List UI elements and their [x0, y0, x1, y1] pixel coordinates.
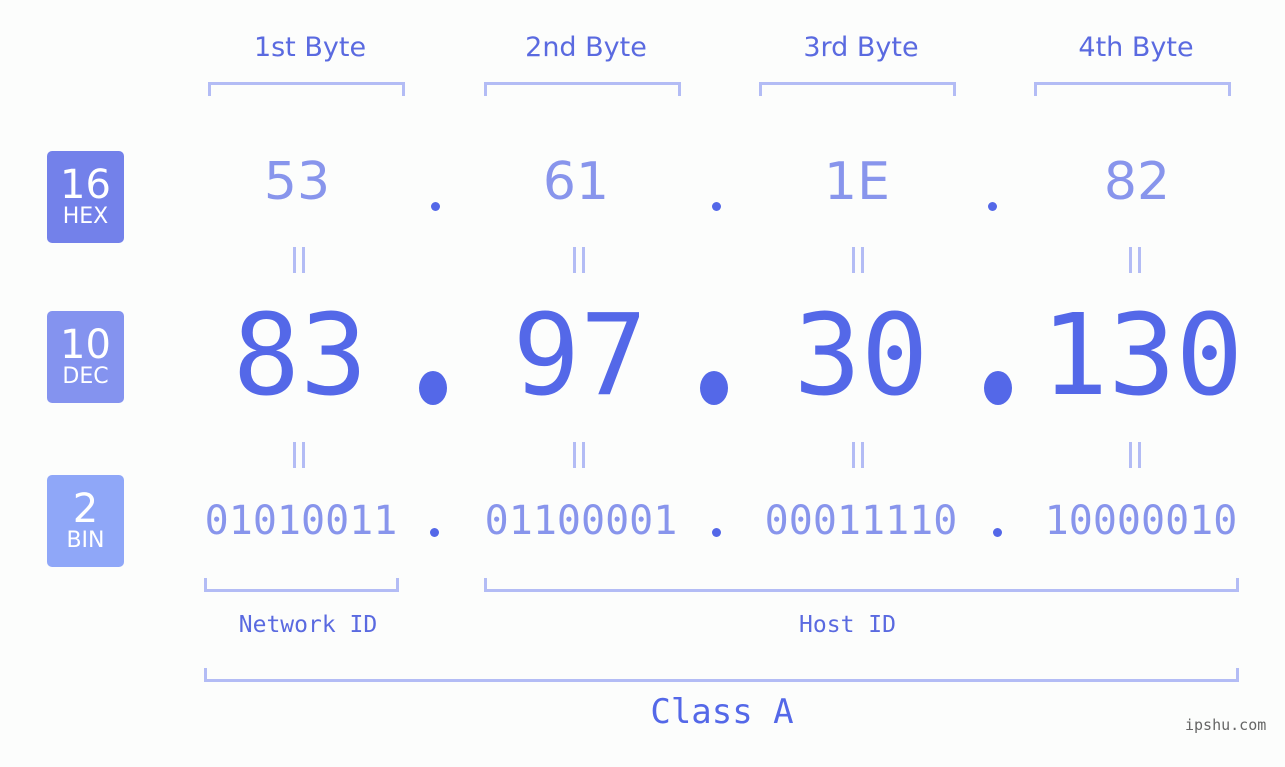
network-id-bracket [204, 578, 399, 592]
bin-separator-dot [430, 528, 439, 537]
dec-badge-label: DEC [62, 364, 109, 389]
class-bracket [204, 668, 1239, 682]
dec-badge-number: 10 [60, 322, 111, 368]
dec-separator-dot [984, 371, 1012, 405]
equals-marker [573, 442, 585, 468]
bin-byte-1: 01010011 [204, 498, 398, 544]
dec-separator-dot [700, 371, 728, 405]
byte-header-2: 2nd Byte [525, 32, 647, 63]
bin-byte-2: 01100001 [484, 498, 678, 544]
bin-badge: 2 BIN [47, 475, 124, 567]
hex-byte-2: 61 [542, 152, 610, 212]
network-id-label: Network ID [238, 612, 378, 638]
hex-badge-number: 16 [60, 162, 111, 208]
hex-byte-1: 53 [263, 152, 331, 212]
byte-bracket-3 [759, 82, 956, 96]
bin-separator-dot [712, 528, 721, 537]
byte-header-4: 4th Byte [1078, 32, 1194, 63]
dec-byte-1: 83 [232, 291, 368, 421]
dec-badge: 10 DEC [47, 311, 124, 403]
equals-marker [293, 247, 305, 273]
class-label: Class A [650, 692, 794, 732]
hex-badge-label: HEX [62, 204, 109, 229]
bin-separator-dot [993, 528, 1002, 537]
hex-byte-4: 82 [1103, 152, 1171, 212]
dec-byte-3: 30 [793, 291, 929, 421]
bin-byte-3: 00011110 [764, 498, 958, 544]
bin-badge-label: BIN [66, 528, 105, 553]
bin-badge-number: 2 [72, 486, 99, 532]
hex-badge: 16 HEX [47, 151, 124, 243]
host-id-bracket [484, 578, 1239, 592]
equals-marker [293, 442, 305, 468]
byte-bracket-1 [208, 82, 405, 96]
dec-separator-dot [419, 371, 447, 405]
host-id-label: Host ID [799, 612, 896, 638]
hex-byte-3: 1E [824, 152, 890, 212]
hex-separator-dot [712, 202, 721, 211]
byte-header-1: 1st Byte [253, 32, 367, 63]
byte-bracket-2 [484, 82, 681, 96]
equals-marker [573, 247, 585, 273]
hex-separator-dot [431, 202, 440, 211]
equals-marker [852, 247, 864, 273]
byte-header-3: 3rd Byte [803, 32, 919, 63]
dec-byte-2: 97 [512, 291, 648, 421]
equals-marker [852, 442, 864, 468]
dec-byte-4: 130 [1040, 291, 1244, 421]
watermark: ipshu.com [1185, 716, 1267, 734]
bin-byte-4: 10000010 [1044, 498, 1238, 544]
equals-marker [1129, 442, 1141, 468]
byte-bracket-4 [1034, 82, 1231, 96]
hex-separator-dot [988, 202, 997, 211]
equals-marker [1129, 247, 1141, 273]
